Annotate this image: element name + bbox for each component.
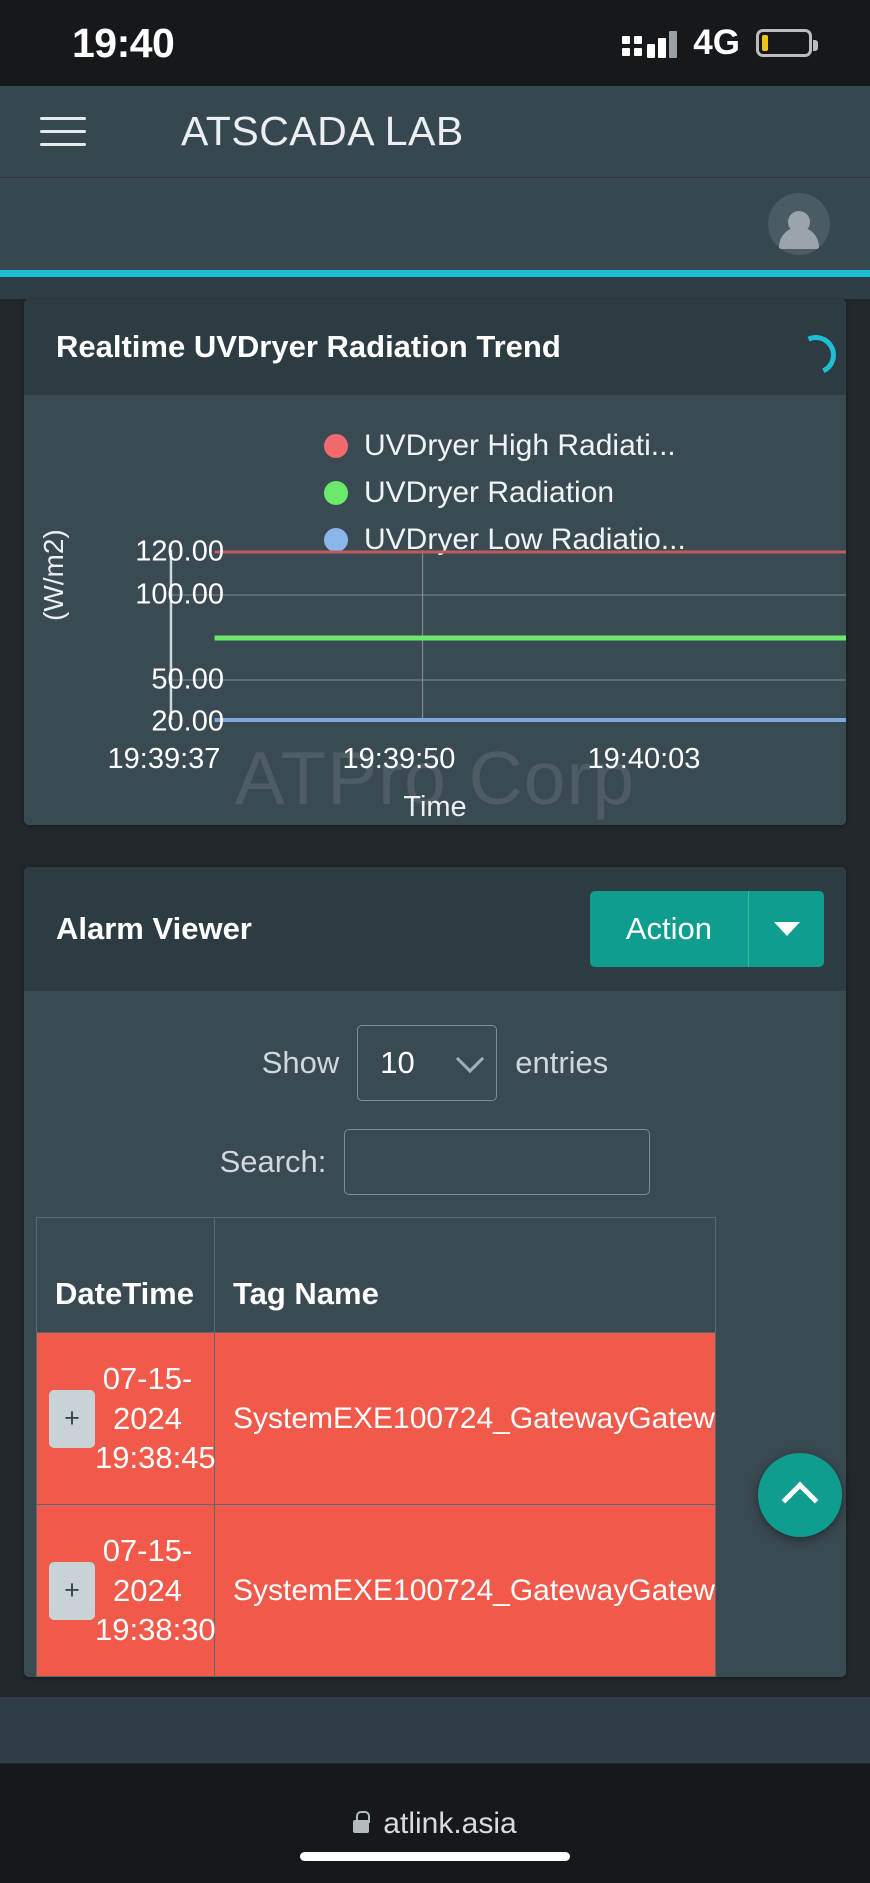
alarm-card-header: Alarm Viewer Action [24,867,846,991]
status-bar: 19:40 4G [0,0,870,86]
x-tick-label: 19:39:37 [107,743,221,775]
table-header-row: DateTime Tag Name [36,1217,716,1333]
user-avatar-icon[interactable] [768,193,830,255]
plus-icon[interactable]: + [49,1389,95,1448]
show-label: Show [261,1045,340,1080]
entries-label: entries [515,1045,609,1080]
alarm-table-scroll[interactable]: DateTime Tag Name + 07-15-2024 19:38:45 … [36,1217,822,1678]
page-title: ATSCADA LAB [181,108,464,154]
search-input[interactable] [344,1129,651,1195]
chart-card-body: UVDryer High Radiati... UVDryer Radiatio… [24,329,846,825]
datetime-cell: + 07-15-2024 19:38:45 [36,1331,216,1506]
table-controls: Show 10 entries Search: [24,991,846,1195]
column-header-tagname[interactable]: Tag Name [214,1217,716,1333]
battery-low-icon [756,29,818,57]
show-entries-row: Show 10 entries [24,1025,846,1101]
chart-plot-area[interactable]: UVDryer High Radiati... UVDryer Radiatio… [24,395,846,825]
app-header: ATSCADA LAB [0,86,870,178]
chevron-down-icon[interactable] [748,891,824,967]
plus-icon[interactable]: + [49,1561,95,1620]
alarm-title: Alarm Viewer [56,911,252,946]
chart-watermark: ATPro Corp [234,736,636,820]
hamburger-menu-icon[interactable] [40,117,86,146]
network-type-label: 4G [693,23,740,62]
action-button-group: Action [589,891,824,967]
chevron-up-icon [781,1481,819,1519]
tagname-value: SystemEXE100724_GatewayGateway.I [214,1331,716,1506]
y-axis-title: (W/m2) [38,529,69,621]
chart-title: Realtime UVDryer Radiation Trend [56,329,561,364]
alarm-card: Alarm Viewer Action Show 10 entries Sear… [24,867,846,1678]
search-row: Search: [24,1129,846,1195]
main-content: Realtime UVDryer Radiation Trend UVDryer… [0,299,870,1697]
entries-select[interactable]: 10 [357,1025,498,1101]
browser-url-bar[interactable]: atlink.asia [0,1763,870,1883]
datetime-value: 07-15-2024 19:38:45 [95,1361,216,1476]
status-indicators: 4G [622,23,818,63]
y-tick-label: 50.00 [151,663,224,696]
entries-value: 10 [380,1045,415,1080]
accent-divider [0,270,870,277]
datetime-value: 07-15-2024 19:38:30 [95,1533,216,1648]
tagname-value: SystemEXE100724_GatewayGateway.I [214,1504,716,1678]
user-bar [0,178,870,270]
chart-card-header: Realtime UVDryer Radiation Trend [24,299,846,395]
search-label: Search: [219,1144,327,1179]
lock-icon [353,1810,371,1833]
signal-bars-icon [622,28,678,58]
alarm-table: DateTime Tag Name + 07-15-2024 19:38:45 … [36,1217,716,1678]
url-text: atlink.asia [383,1806,517,1840]
action-button[interactable]: Action [589,891,748,967]
status-time: 19:40 [72,19,175,66]
y-tick-label: 20.00 [151,705,224,738]
y-tick-label: 100.00 [135,578,224,611]
table-row[interactable]: + 07-15-2024 19:38:30 SystemEXE100724_Ga… [36,1504,716,1678]
home-indicator[interactable] [300,1852,570,1861]
scroll-to-top-button[interactable] [758,1453,842,1537]
chevron-down-icon [456,1044,485,1074]
chart-card: Realtime UVDryer Radiation Trend UVDryer… [24,299,846,825]
datetime-cell: + 07-15-2024 19:38:30 [36,1504,216,1678]
y-tick-label: 120.00 [135,535,224,568]
table-row[interactable]: + 07-15-2024 19:38:45 SystemEXE100724_Ga… [36,1331,716,1506]
column-header-datetime[interactable]: DateTime [36,1217,215,1333]
phone-screen: 19:40 4G ATSCADA LAB Realtime UVDryer Ra… [0,0,870,1883]
alarm-card-body: Show 10 entries Search: DateTime Tag Nam… [24,991,846,1678]
